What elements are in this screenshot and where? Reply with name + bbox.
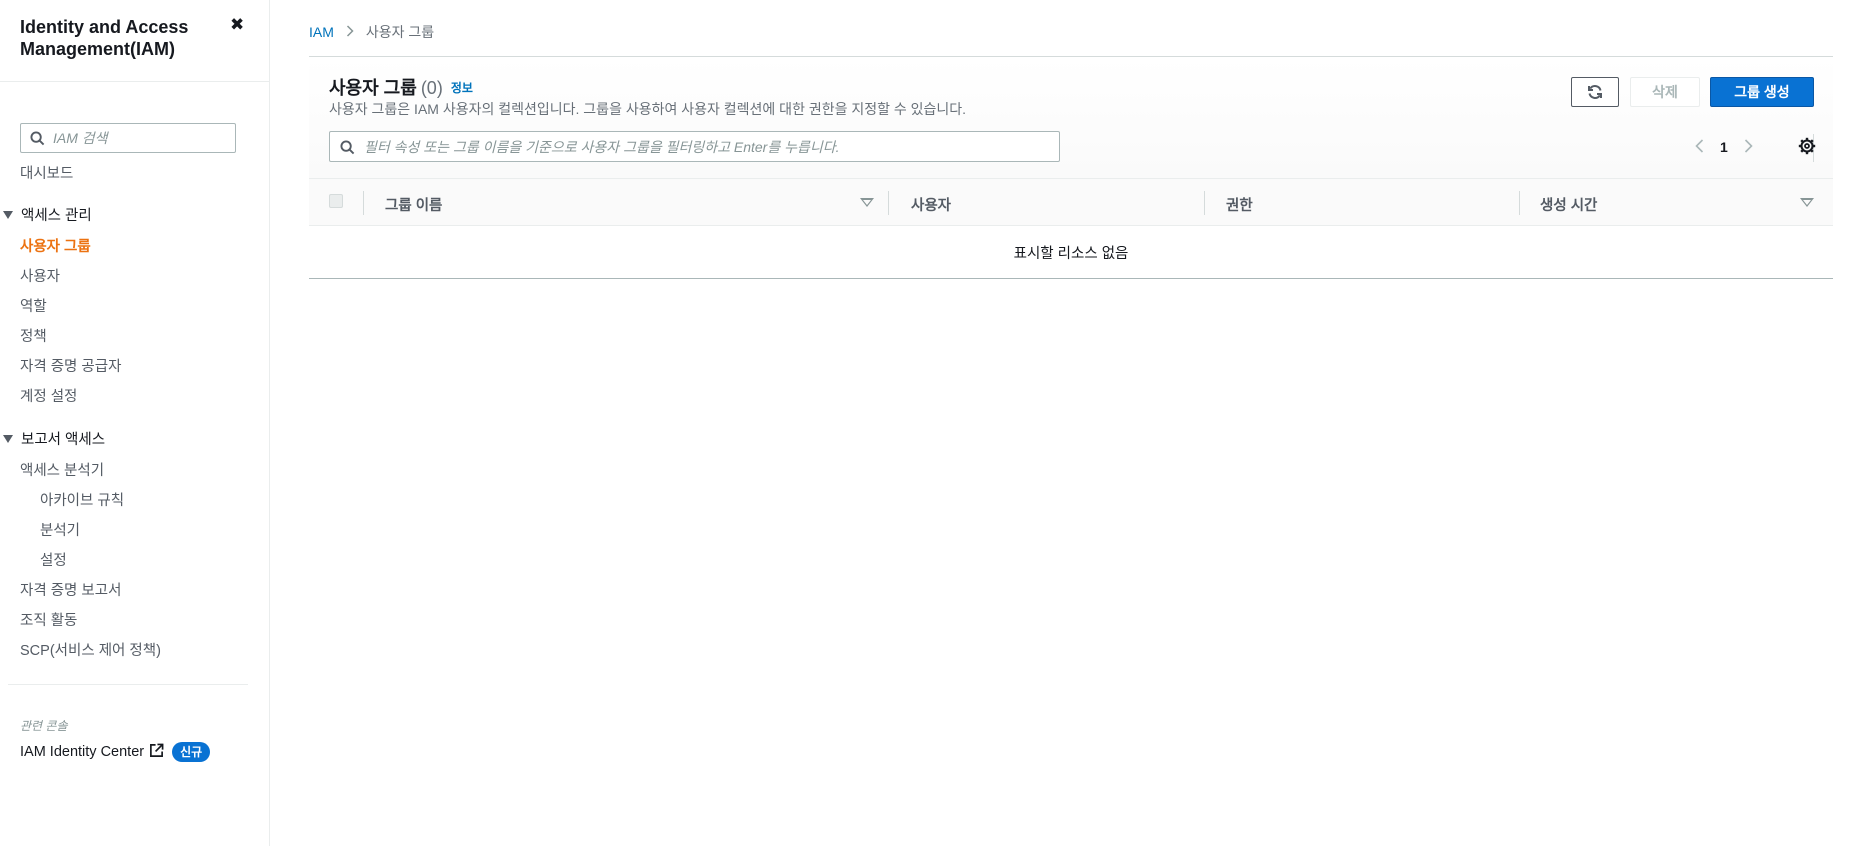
page-number[interactable]: 1 [1720, 139, 1728, 155]
panel-header: 사용자 그룹 (0) 정보 사용자 그룹은 IAM 사용자의 컬렉션입니다. 그룹을… [309, 57, 1833, 178]
select-all-checkbox[interactable] [329, 194, 343, 208]
sidebar-item-dashboard[interactable]: 대시보드 [20, 162, 73, 183]
sidebar-section-access-reports[interactable]: 보고서 액세스 [0, 428, 105, 449]
sidebar-item-user-groups[interactable]: 사용자 그룹 [20, 235, 91, 256]
page-title: 사용자 그룹 (0) 정보 [329, 74, 473, 100]
identity-center-link[interactable]: IAM Identity Center 신규 [20, 742, 211, 762]
empty-state: 표시할 리소스 없음 [309, 227, 1833, 279]
search-icon [30, 131, 45, 149]
search-icon [340, 140, 355, 158]
sidebar-title: Identity and Access Management(IAM) [20, 17, 189, 59]
create-group-button[interactable]: 그룹 생성 [1710, 77, 1814, 107]
column-separator [363, 191, 364, 215]
sidebar-section-label: 보고서 액세스 [21, 432, 106, 448]
breadcrumb-current: 사용자 그룹 [365, 24, 435, 40]
chevron-left-icon[interactable] [1695, 138, 1704, 156]
sidebar-divider [8, 684, 248, 685]
gear-icon[interactable] [1798, 137, 1816, 158]
sidebar-item-policies[interactable]: 정책 [20, 325, 47, 346]
sidebar-section-label: 액세스 관리 [21, 208, 92, 224]
sidebar-item-analyzer-settings[interactable]: 설정 [40, 549, 67, 570]
panel-title-text: 사용자 그룹 [329, 78, 417, 98]
column-separator [1204, 191, 1205, 215]
identity-center-label: IAM Identity Center [20, 744, 145, 760]
sidebar-item-archive-rules[interactable]: 아카이브 규칙 [40, 489, 124, 510]
chevron-right-icon[interactable] [1744, 138, 1753, 156]
sidebar-search-input[interactable] [53, 128, 228, 148]
sidebar: Identity and Access Management(IAM) ✖ 대시… [0, 0, 270, 846]
sidebar-item-users[interactable]: 사용자 [20, 265, 60, 286]
column-separator [1519, 191, 1520, 215]
empty-state-text: 표시할 리소스 없음 [1013, 246, 1129, 262]
refresh-button[interactable] [1571, 77, 1619, 107]
sidebar-item-analyzers[interactable]: 분석기 [40, 519, 80, 540]
sidebar-item-account-settings[interactable]: 계정 설정 [20, 385, 77, 406]
group-count: (0) [420, 78, 443, 98]
pagination: 1 [1695, 137, 1753, 157]
sidebar-item-scp[interactable]: SCP(서비스 제어 정책) [20, 639, 161, 660]
sort-icon[interactable] [860, 198, 874, 207]
column-header-creation-time[interactable]: 생성 시간 [1540, 194, 1597, 215]
user-groups-panel: 사용자 그룹 (0) 정보 사용자 그룹은 IAM 사용자의 컬렉션입니다. 그룹을… [309, 56, 1833, 279]
column-header-users[interactable]: 사용자 [911, 194, 951, 215]
refresh-icon [1588, 85, 1602, 99]
chevron-right-icon [346, 24, 354, 40]
sidebar-item-access-analyzer[interactable]: 액세스 분석기 [20, 459, 104, 480]
caret-down-icon [3, 435, 13, 443]
info-link[interactable]: 정보 [451, 81, 473, 95]
sidebar-header: Identity and Access Management(IAM) ✖ [0, 0, 269, 82]
sidebar-item-identity-providers[interactable]: 자격 증명 공급자 [20, 355, 121, 376]
sort-icon[interactable] [1800, 198, 1814, 207]
new-badge: 신규 [172, 742, 211, 762]
sidebar-item-credential-report[interactable]: 자격 증명 보고서 [20, 579, 121, 600]
caret-down-icon [3, 211, 13, 219]
breadcrumb: IAM 사용자 그룹 [309, 22, 434, 42]
external-link-icon [149, 743, 164, 762]
related-consoles-label: 관련 콘솔 [20, 719, 68, 733]
table-header: 그룹 이름 사용자 권한 생성 시간 [309, 178, 1833, 226]
panel-description: 사용자 그룹은 IAM 사용자의 컬렉션입니다. 그룹을 사용하여 사용자 컬렉… [329, 101, 967, 117]
sidebar-item-organization-activity[interactable]: 조직 활동 [20, 609, 77, 630]
filter-box[interactable] [329, 131, 1060, 162]
column-separator [888, 191, 889, 215]
sidebar-item-roles[interactable]: 역할 [20, 295, 47, 316]
delete-button[interactable]: 삭제 [1630, 77, 1700, 107]
column-header-group-name[interactable]: 그룹 이름 [385, 194, 442, 215]
column-header-permissions[interactable]: 권한 [1226, 194, 1253, 215]
close-icon[interactable]: ✖ [230, 16, 244, 34]
filter-input[interactable] [364, 137, 1044, 157]
breadcrumb-iam[interactable]: IAM [309, 24, 334, 40]
sidebar-search[interactable] [20, 123, 236, 153]
sidebar-section-access-management[interactable]: 액세스 관리 [0, 204, 92, 225]
